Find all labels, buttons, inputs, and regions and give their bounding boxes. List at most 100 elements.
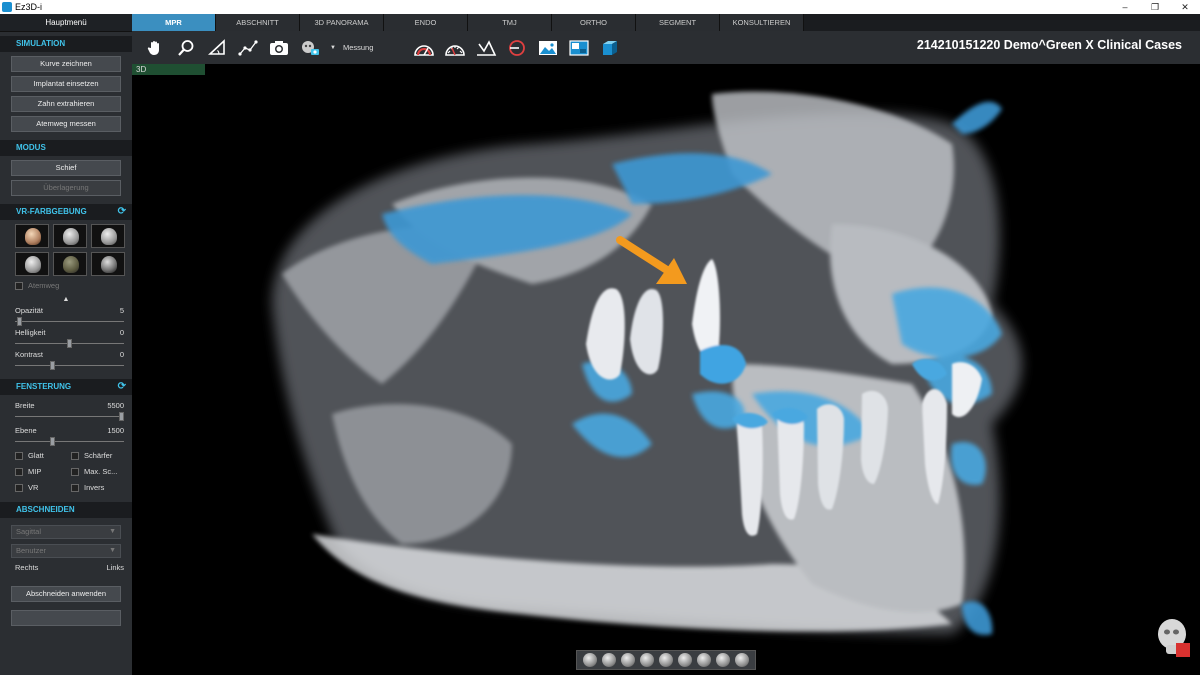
view-left-icon[interactable]: [620, 653, 635, 667]
cut-mode-dropdown[interactable]: Benutzer ▼: [11, 544, 121, 558]
right-label: Rechts: [15, 563, 39, 572]
section-cut: ABSCHNEIDEN: [0, 502, 132, 518]
extract-tooth-button[interactable]: Zahn extrahieren: [11, 96, 121, 112]
tab-tmj[interactable]: TMJ: [468, 14, 552, 31]
layout-icon[interactable]: [568, 37, 590, 59]
vr-preset-1[interactable]: [15, 224, 49, 248]
opacity-thumb[interactable]: [17, 317, 23, 326]
angle-icon[interactable]: [206, 37, 228, 59]
tab-segment[interactable]: SEGMENT: [636, 14, 720, 31]
view-right-icon[interactable]: [639, 653, 654, 667]
tab-mpr[interactable]: MPR: [132, 14, 216, 31]
gauge-scale-icon[interactable]: [444, 37, 466, 59]
mip-label: MIP: [28, 467, 42, 476]
invert-label: Invers: [84, 483, 105, 492]
view-front-icon[interactable]: [582, 653, 597, 667]
image-icon[interactable]: [537, 37, 559, 59]
pan-hand-icon[interactable]: [144, 37, 166, 59]
polyline-icon[interactable]: [237, 37, 259, 59]
cube-icon[interactable]: [599, 37, 621, 59]
vr-preset-2[interactable]: [53, 224, 87, 248]
vr-preset-4[interactable]: [15, 252, 49, 276]
main-menu-header[interactable]: Hauptmenü: [0, 14, 132, 32]
minimize-button[interactable]: –: [1110, 2, 1140, 13]
gauge-icon[interactable]: [413, 37, 435, 59]
tab-endo[interactable]: ENDO: [384, 14, 468, 31]
view-skin-icon[interactable]: [716, 653, 731, 667]
width-track[interactable]: [15, 412, 124, 421]
contrast-slider: Kontrast 0: [0, 347, 132, 370]
draw-curve-button[interactable]: Kurve zeichnen: [11, 56, 121, 72]
measure-label: Messung: [342, 43, 374, 52]
windowing-title: FENSTERUNG: [16, 382, 72, 391]
more-button[interactable]: [11, 610, 121, 626]
volume-render: [272, 91, 1022, 635]
tab-ortho[interactable]: ORTHO: [552, 14, 636, 31]
section-simulation: SIMULATION: [0, 36, 132, 52]
max-sc-option[interactable]: Max. Sc...: [71, 467, 127, 476]
contrast-thumb[interactable]: [50, 361, 56, 370]
refresh-icon[interactable]: ⟳: [118, 379, 126, 395]
measure-dropdown[interactable]: ▼ Messung: [330, 43, 373, 52]
head-camera-icon[interactable]: [299, 37, 321, 59]
patient-info: 214210151220 Demo^Green X Clinical Cases: [916, 38, 1182, 52]
invert-checkbox[interactable]: [71, 483, 79, 492]
airway-label: Atemweg: [28, 281, 60, 290]
opacity-value: 5: [119, 306, 124, 315]
camera-icon[interactable]: [268, 37, 290, 59]
vr-coloring-title: VR-FARBGEBUNG: [16, 207, 87, 216]
section-windowing: FENSTERUNG ⟳: [0, 379, 132, 395]
chevron-down-icon: ▼: [109, 547, 116, 554]
insert-implant-button[interactable]: Implantat einsetzen: [11, 76, 121, 92]
contrast-track[interactable]: [15, 361, 124, 370]
tab-abschnitt[interactable]: ABSCHNITT: [216, 14, 300, 31]
smooth-option[interactable]: Glatt: [15, 451, 71, 460]
level-thumb[interactable]: [50, 437, 56, 446]
mip-checkbox[interactable]: [15, 467, 23, 476]
measure-airway-button[interactable]: Atemweg messen: [11, 116, 121, 132]
cut-plane-dropdown[interactable]: Sagittal ▼: [11, 525, 121, 539]
maximize-button[interactable]: ❐: [1140, 2, 1170, 13]
zoom-icon[interactable]: [175, 37, 197, 59]
view-orientation-bar: [576, 650, 756, 670]
view-top-icon[interactable]: [658, 653, 673, 667]
airway-checkbox[interactable]: [15, 281, 23, 290]
view-reset-icon[interactable]: [735, 653, 750, 667]
tab-3d-panorama[interactable]: 3D PANORAMA: [300, 14, 384, 31]
skull-icon: [63, 228, 79, 245]
tab-konsultieren[interactable]: KONSULTIEREN: [720, 14, 804, 31]
refresh-icon[interactable]: ⟳: [118, 204, 126, 220]
apply-cut-button[interactable]: Abschneiden anwenden: [11, 586, 121, 602]
airway-checkbox-row[interactable]: Atemweg: [0, 276, 132, 290]
vr-preset-3[interactable]: [91, 224, 125, 248]
width-thumb[interactable]: [118, 412, 124, 421]
vr-preset-6[interactable]: [91, 252, 125, 276]
invert-option[interactable]: Invers: [71, 483, 127, 492]
max-sc-checkbox[interactable]: [71, 467, 79, 476]
opacity-track[interactable]: [15, 317, 124, 326]
mip-option[interactable]: MIP: [15, 467, 71, 476]
opacity-label: Opazität: [15, 306, 43, 315]
sharpen-option[interactable]: Schärfer: [71, 451, 127, 460]
view-bottom-icon[interactable]: [678, 653, 693, 667]
oblique-button[interactable]: Schief: [11, 160, 121, 176]
topbar: MPR ABSCHNITT 3D PANORAMA ENDO TMJ ORTHO…: [132, 14, 1200, 64]
smooth-checkbox[interactable]: [15, 451, 23, 460]
brightness-track[interactable]: [15, 339, 124, 348]
view-back-icon[interactable]: [601, 653, 616, 667]
level-track[interactable]: [15, 437, 124, 446]
vr-checkbox[interactable]: [15, 483, 23, 492]
view-oblique-icon[interactable]: [697, 653, 712, 667]
vr-option[interactable]: VR: [15, 483, 71, 492]
close-button[interactable]: ✕: [1170, 2, 1200, 13]
vr-preset-5[interactable]: [53, 252, 87, 276]
brightness-thumb[interactable]: [66, 339, 72, 348]
3d-viewport[interactable]: 3D: [132, 64, 1200, 675]
overlay-button[interactable]: Überlagerung: [11, 180, 121, 196]
collapse-caret-icon[interactable]: ▲: [0, 296, 132, 303]
app-icon: [2, 2, 12, 12]
reset-icon[interactable]: [506, 37, 528, 59]
sharpen-checkbox[interactable]: [71, 451, 79, 460]
angle-measure-icon[interactable]: [475, 37, 497, 59]
orientation-head-icon[interactable]: [1154, 617, 1192, 659]
